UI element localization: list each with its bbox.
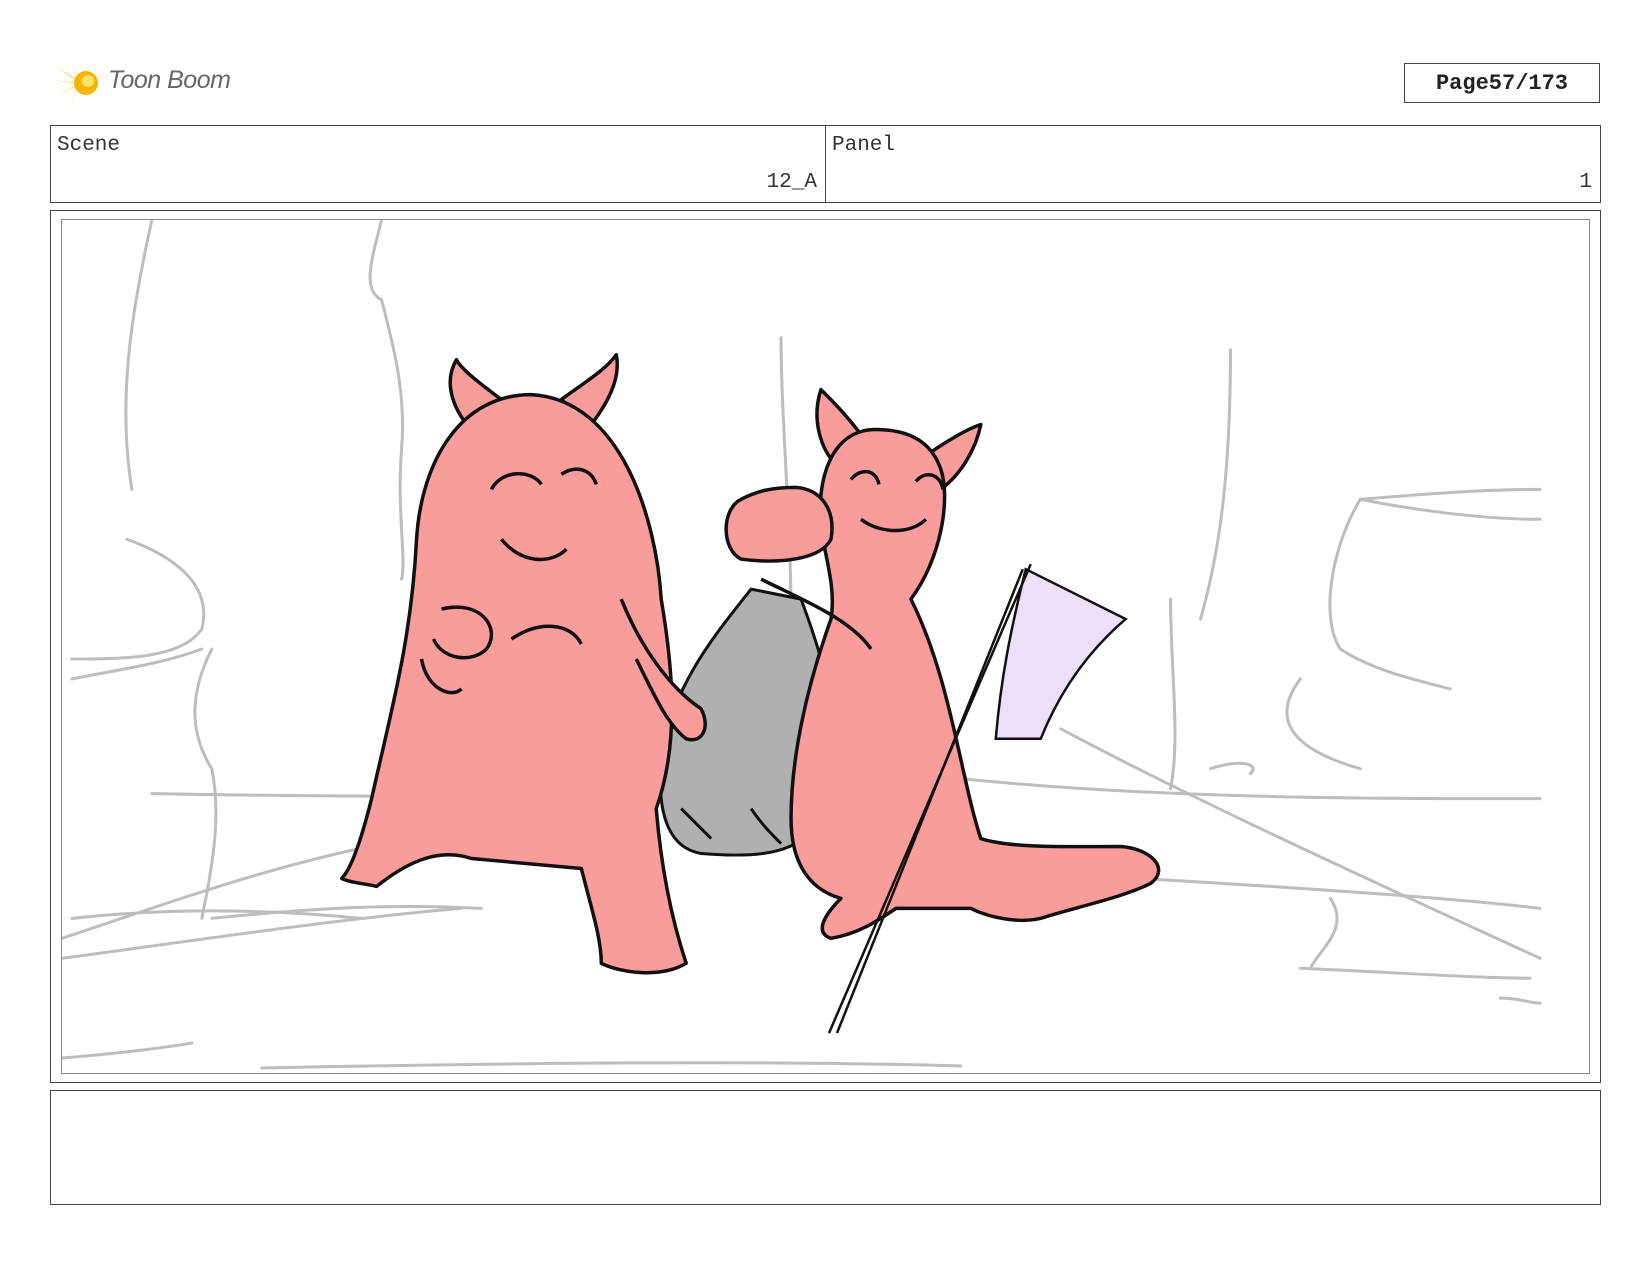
toon-boom-burst-icon (52, 58, 98, 108)
panel-notes-box (50, 1090, 1601, 1205)
scene-value: 12_A (766, 171, 817, 194)
brand-name: Toon Boom (108, 66, 231, 94)
toon-boom-logo: Toon Boom (52, 56, 262, 110)
panel-label: Panel (832, 134, 896, 157)
page-label: Page (1435, 70, 1489, 96)
storyboard-panel (50, 210, 1601, 1083)
panel-drawing-area (61, 219, 1590, 1074)
page-counter: Page 57/173 (1404, 63, 1600, 103)
storyboard-sketch (62, 220, 1542, 1070)
panel-value: 1 (1579, 171, 1592, 194)
scene-cell: Scene 12_A (51, 126, 825, 202)
panel-cell: Panel 1 (825, 126, 1600, 202)
scene-label: Scene (57, 134, 121, 157)
page-number: 57/173 (1488, 70, 1569, 96)
left-creature (339, 352, 707, 975)
scene-panel-row: Scene 12_A Panel 1 (50, 125, 1601, 203)
